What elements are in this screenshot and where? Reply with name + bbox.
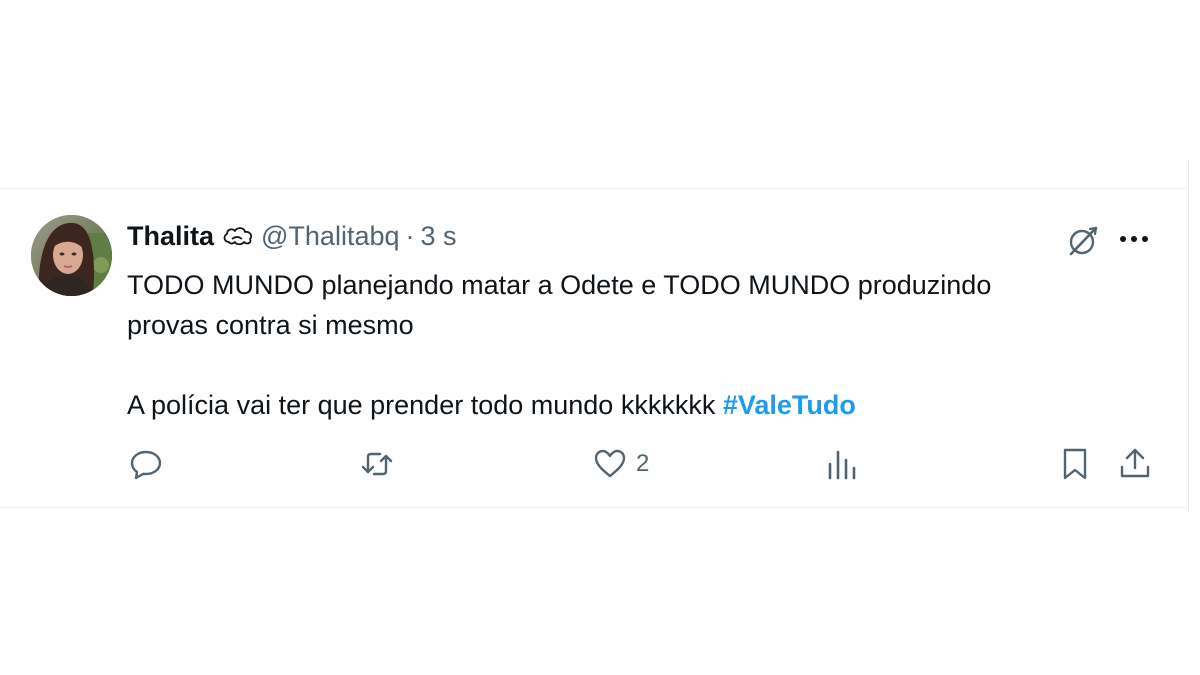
like-button[interactable]: 2 (592, 444, 649, 484)
tweet-header: Thalita @Thalitabq · 3 s (127, 219, 457, 253)
tweet-text-line: A polícia vai ter que prender todo mundo… (127, 385, 1137, 425)
author-handle[interactable]: @Thalitabq (261, 221, 399, 252)
hashtag-link[interactable]: #ValeTudo (723, 390, 856, 420)
author-name[interactable]: Thalita (127, 221, 214, 252)
grok-icon[interactable] (1066, 224, 1100, 258)
more-dots-icon[interactable] (1117, 228, 1151, 250)
tweet-text-line: TODO MUNDO planejando matar a Odete e TO… (127, 270, 992, 300)
bookmark-button[interactable] (1059, 444, 1091, 484)
avatar[interactable] (31, 215, 112, 296)
reply-icon (130, 450, 162, 480)
tweet-text-line: provas contra si mesmo (127, 310, 414, 340)
repost-button[interactable] (358, 444, 396, 484)
repost-icon (361, 452, 393, 476)
heart-icon (594, 449, 626, 478)
tweet-card[interactable]: Thalita @Thalitabq · 3 s TODO MUNDO plan… (0, 188, 1188, 508)
bookmark-icon (1063, 448, 1087, 480)
views-chart-icon (828, 450, 856, 480)
share-button[interactable] (1117, 444, 1153, 484)
reply-button[interactable] (128, 444, 164, 484)
tweet-text-body: A polícia vai ter que prender todo mundo… (127, 390, 716, 420)
page: Thalita @Thalitabq · 3 s TODO MUNDO plan… (0, 0, 1200, 675)
tweet-text: TODO MUNDO planejando matar a Odete e TO… (127, 265, 1137, 425)
likes-count: 2 (636, 450, 650, 477)
share-icon (1120, 448, 1150, 478)
separator-dot: · (405, 220, 415, 251)
views-button[interactable] (825, 444, 859, 484)
tweet-timestamp[interactable]: 3 s (421, 221, 457, 252)
tweet-actions: 2 (0, 444, 1188, 484)
timeline-border (1188, 160, 1189, 512)
cloud-badge-icon (221, 224, 255, 248)
